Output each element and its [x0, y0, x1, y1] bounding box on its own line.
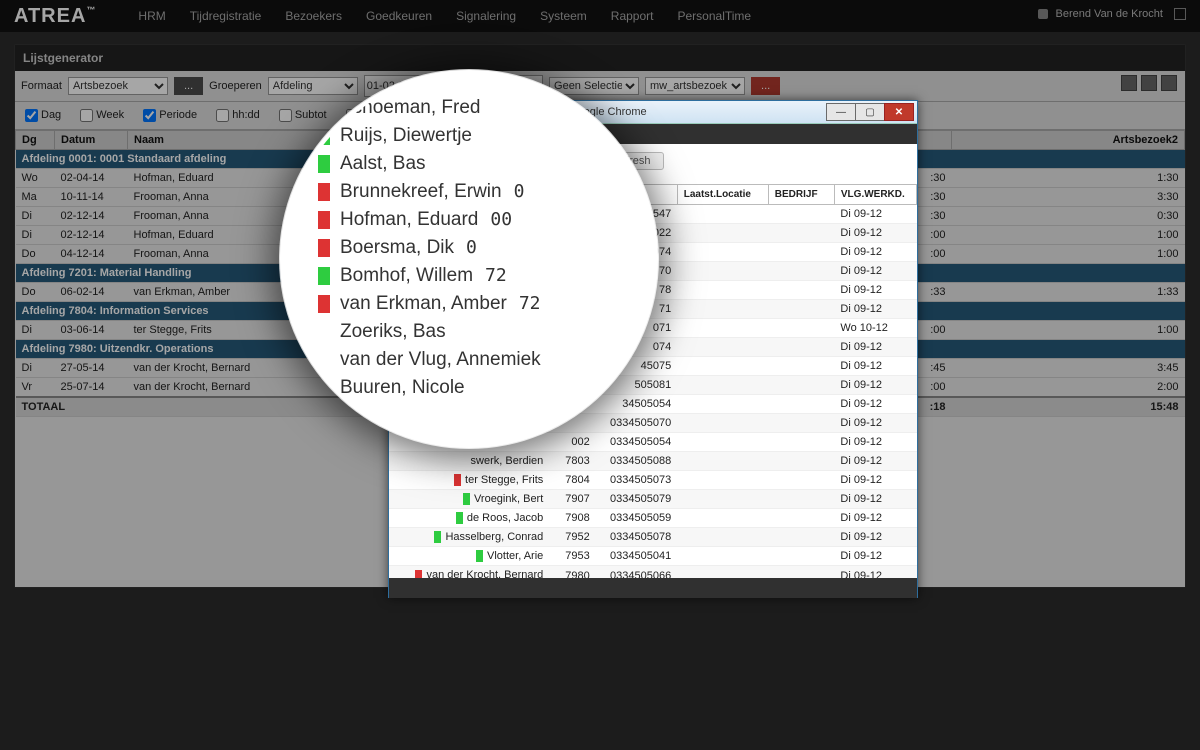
copy-icon[interactable] — [1161, 75, 1177, 91]
nav-systeem[interactable]: Systeem — [528, 1, 599, 31]
list-item[interactable]: Vroegink, Bert79070334505079Di 09-12 — [389, 490, 917, 509]
nav-bezoekers[interactable]: Bezoekers — [273, 1, 354, 31]
lens-item: Schoeman, Fred — [340, 94, 654, 122]
panel-title: Lijstgenerator — [15, 45, 1185, 71]
lens-item: Hofman, Eduard00 — [340, 206, 654, 234]
window-close-button[interactable]: ✕ — [884, 103, 914, 121]
export-icon[interactable] — [1121, 75, 1137, 91]
filter-select[interactable]: mw_artsbezoek — [645, 77, 745, 95]
window-minimize-button[interactable]: — — [826, 103, 856, 121]
col-dg: Dg — [16, 131, 55, 150]
nav-hrm[interactable]: HRM — [126, 1, 177, 31]
print-icon[interactable] — [1141, 75, 1157, 91]
opt-hhdd[interactable]: hh:dd — [212, 109, 260, 121]
col-vlg: VLG.WERKD. — [834, 185, 916, 205]
lens-item: Zoeriks, Bas — [340, 318, 654, 346]
run-button[interactable]: ... — [751, 77, 780, 95]
col-laatst: Laatst.Locatie — [677, 185, 768, 205]
nav-signalering[interactable]: Signalering — [444, 1, 528, 31]
lens-item: van der Vlug, Annemiek — [340, 346, 654, 374]
details-button[interactable]: ... — [174, 77, 203, 95]
popup-footer — [389, 578, 917, 598]
list-item[interactable]: Vlotter, Arie79530334505041Di 09-12 — [389, 547, 917, 566]
list-item[interactable]: de Roos, Jacob79080334505059Di 09-12 — [389, 509, 917, 528]
lens-item: Boersma, Dik0 — [340, 234, 654, 262]
lens-item: Ruijs, Diewertje — [340, 122, 654, 150]
col-bedrijf: BEDRIJF — [768, 185, 834, 205]
list-item[interactable]: ter Stegge, Frits78040334505073Di 09-12 — [389, 471, 917, 490]
logout-icon[interactable] — [1174, 8, 1186, 20]
window-maximize-button[interactable]: ▢ — [855, 103, 885, 121]
col-right: Artsbezoek2 — [952, 131, 1185, 150]
groeperen-label: Groeperen — [209, 80, 262, 92]
formaat-label: Formaat — [21, 80, 62, 92]
nav-rapport[interactable]: Rapport — [599, 1, 666, 31]
lens-item: Buuren, Nicole — [340, 374, 654, 402]
formaat-select[interactable]: Artsbezoek — [68, 77, 168, 95]
nav-personaltime[interactable]: PersonalTime — [666, 1, 764, 31]
user-info: Berend Van de Krocht — [1038, 8, 1186, 20]
opt-week[interactable]: Week — [76, 109, 124, 121]
list-item[interactable]: swerk, Berdien78030334505088Di 09-12 — [389, 452, 917, 471]
lens-item: Aalst, Bas — [340, 150, 654, 178]
magnifier-lens: Schoeman, FredRuijs, DiewertjeAalst, Bas… — [280, 70, 658, 448]
main-nav: HRMTijdregistratieBezoekersGoedkeurenSig… — [126, 1, 763, 31]
opt-periode[interactable]: Periode — [139, 109, 197, 121]
nav-goedkeuren[interactable]: Goedkeuren — [354, 1, 444, 31]
user-name: Berend Van de Krocht — [1056, 8, 1163, 20]
groeperen-select[interactable]: Afdeling — [268, 77, 358, 95]
lens-item: Brunnekreef, Erwin0 — [340, 178, 654, 206]
list-item[interactable]: Hasselberg, Conrad79520334505078Di 09-12 — [389, 528, 917, 547]
lens-item: Bomhof, Willem72 — [340, 262, 654, 290]
lens-item: van Erkman, Amber72 — [340, 290, 654, 318]
brand-logo: ATREA™ — [14, 5, 96, 28]
col-datum: Datum — [55, 131, 128, 150]
nav-tijdregistratie[interactable]: Tijdregistratie — [178, 1, 274, 31]
selectie-select[interactable]: Geen Selectie — [549, 77, 639, 95]
opt-dag[interactable]: Dag — [21, 109, 61, 121]
topbar: ATREA™ HRMTijdregistratieBezoekersGoedke… — [0, 0, 1200, 32]
user-icon — [1038, 9, 1048, 19]
